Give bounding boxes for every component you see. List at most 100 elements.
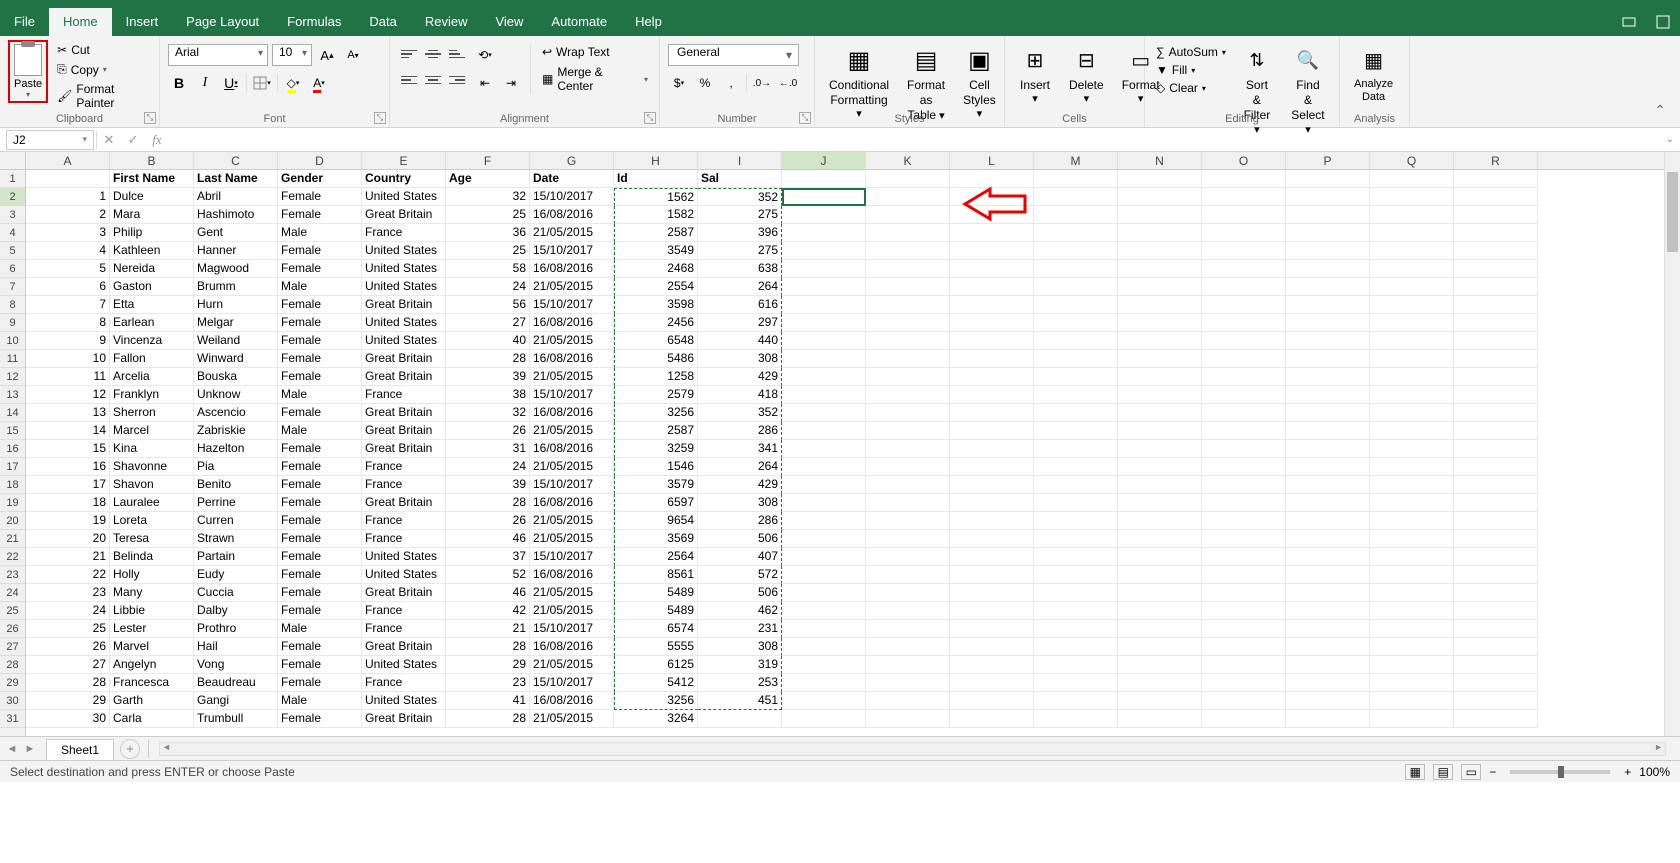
cell-M13[interactable] — [1034, 386, 1118, 404]
cell-H14[interactable]: 3256 — [614, 404, 698, 422]
cell-C2[interactable]: Abril — [194, 188, 278, 206]
cell-Q11[interactable] — [1370, 350, 1454, 368]
cell-A14[interactable]: 13 — [26, 404, 110, 422]
cell-K6[interactable] — [866, 260, 950, 278]
cell-F15[interactable]: 26 — [446, 422, 530, 440]
cell-J18[interactable] — [782, 476, 866, 494]
cell-C14[interactable]: Ascencio — [194, 404, 278, 422]
cell-J23[interactable] — [782, 566, 866, 584]
cell-M16[interactable] — [1034, 440, 1118, 458]
cell-R23[interactable] — [1454, 566, 1538, 584]
cell-C22[interactable]: Partain — [194, 548, 278, 566]
cell-I14[interactable]: 352 — [698, 404, 782, 422]
cell-B31[interactable]: Carla — [110, 710, 194, 728]
cell-B19[interactable]: Lauralee — [110, 494, 194, 512]
cell-B12[interactable]: Arcelia — [110, 368, 194, 386]
cell-D27[interactable]: Female — [278, 638, 362, 656]
cell-O8[interactable] — [1202, 296, 1286, 314]
clear-button[interactable]: ◇Clear▾ — [1153, 80, 1229, 96]
cell-F7[interactable]: 24 — [446, 278, 530, 296]
cell-Q28[interactable] — [1370, 656, 1454, 674]
cell-E5[interactable]: United States — [362, 242, 446, 260]
cell-K25[interactable] — [866, 602, 950, 620]
cell-C28[interactable]: Vong — [194, 656, 278, 674]
cell-Q17[interactable] — [1370, 458, 1454, 476]
cell-A23[interactable]: 22 — [26, 566, 110, 584]
menu-page-layout[interactable]: Page Layout — [172, 8, 273, 36]
font-size-select[interactable]: 10 — [272, 44, 312, 66]
cell-I28[interactable]: 319 — [698, 656, 782, 674]
cell-Q8[interactable] — [1370, 296, 1454, 314]
cell-G20[interactable]: 21/05/2015 — [530, 512, 614, 530]
alignment-dialog-launcher[interactable]: ⤡ — [644, 112, 656, 124]
cell-A30[interactable]: 29 — [26, 692, 110, 710]
cell-N24[interactable] — [1118, 584, 1202, 602]
cell-P7[interactable] — [1286, 278, 1370, 296]
cell-E25[interactable]: France — [362, 602, 446, 620]
cell-J21[interactable] — [782, 530, 866, 548]
cell-G25[interactable]: 21/05/2015 — [530, 602, 614, 620]
cell-F24[interactable]: 46 — [446, 584, 530, 602]
cell-D6[interactable]: Female — [278, 260, 362, 278]
cell-H23[interactable]: 8561 — [614, 566, 698, 584]
cell-M8[interactable] — [1034, 296, 1118, 314]
cell-E18[interactable]: France — [362, 476, 446, 494]
cell-P14[interactable] — [1286, 404, 1370, 422]
cell-R7[interactable] — [1454, 278, 1538, 296]
row-header-19[interactable]: 19 — [0, 494, 25, 512]
cell-I4[interactable]: 396 — [698, 224, 782, 242]
cell-R4[interactable] — [1454, 224, 1538, 242]
cell-E23[interactable]: United States — [362, 566, 446, 584]
normal-view-button[interactable]: ▦ — [1405, 764, 1425, 780]
decrease-indent-button[interactable]: ⇤ — [474, 72, 496, 94]
cell-O15[interactable] — [1202, 422, 1286, 440]
add-sheet-button[interactable]: + — [120, 739, 140, 759]
menu-review[interactable]: Review — [411, 8, 482, 36]
cell-O23[interactable] — [1202, 566, 1286, 584]
cell-E13[interactable]: France — [362, 386, 446, 404]
cell-B26[interactable]: Lester — [110, 620, 194, 638]
row-header-21[interactable]: 21 — [0, 530, 25, 548]
cell-A28[interactable]: 27 — [26, 656, 110, 674]
cell-I24[interactable]: 506 — [698, 584, 782, 602]
col-header-A[interactable]: A — [26, 152, 110, 169]
cell-D1[interactable]: Gender — [278, 170, 362, 188]
cell-R17[interactable] — [1454, 458, 1538, 476]
cell-D5[interactable]: Female — [278, 242, 362, 260]
cell-A7[interactable]: 6 — [26, 278, 110, 296]
row-header-28[interactable]: 28 — [0, 656, 25, 674]
cell-I13[interactable]: 418 — [698, 386, 782, 404]
cell-A20[interactable]: 19 — [26, 512, 110, 530]
col-header-G[interactable]: G — [530, 152, 614, 169]
cell-R18[interactable] — [1454, 476, 1538, 494]
cell-Q18[interactable] — [1370, 476, 1454, 494]
cell-E19[interactable]: Great Britain — [362, 494, 446, 512]
cell-G29[interactable]: 15/10/2017 — [530, 674, 614, 692]
number-dialog-launcher[interactable]: ⤡ — [799, 112, 811, 124]
cell-I27[interactable]: 308 — [698, 638, 782, 656]
cell-I8[interactable]: 616 — [698, 296, 782, 314]
cell-O7[interactable] — [1202, 278, 1286, 296]
cell-A27[interactable]: 26 — [26, 638, 110, 656]
cell-D7[interactable]: Male — [278, 278, 362, 296]
font-dialog-launcher[interactable]: ⤡ — [374, 112, 386, 124]
cell-F23[interactable]: 52 — [446, 566, 530, 584]
cell-R11[interactable] — [1454, 350, 1538, 368]
cell-A11[interactable]: 10 — [26, 350, 110, 368]
cell-N10[interactable] — [1118, 332, 1202, 350]
cell-I18[interactable]: 429 — [698, 476, 782, 494]
cell-I6[interactable]: 638 — [698, 260, 782, 278]
cell-N31[interactable] — [1118, 710, 1202, 728]
cell-C3[interactable]: Hashimoto — [194, 206, 278, 224]
cell-R12[interactable] — [1454, 368, 1538, 386]
cell-Q26[interactable] — [1370, 620, 1454, 638]
cell-K12[interactable] — [866, 368, 950, 386]
cell-C27[interactable]: Hail — [194, 638, 278, 656]
cell-P8[interactable] — [1286, 296, 1370, 314]
cell-Q4[interactable] — [1370, 224, 1454, 242]
cell-K20[interactable] — [866, 512, 950, 530]
cell-A9[interactable]: 8 — [26, 314, 110, 332]
spreadsheet-grid[interactable]: ABCDEFGHIJKLMNOPQR 123456789101112131415… — [0, 152, 1680, 736]
cell-Q21[interactable] — [1370, 530, 1454, 548]
cell-L16[interactable] — [950, 440, 1034, 458]
